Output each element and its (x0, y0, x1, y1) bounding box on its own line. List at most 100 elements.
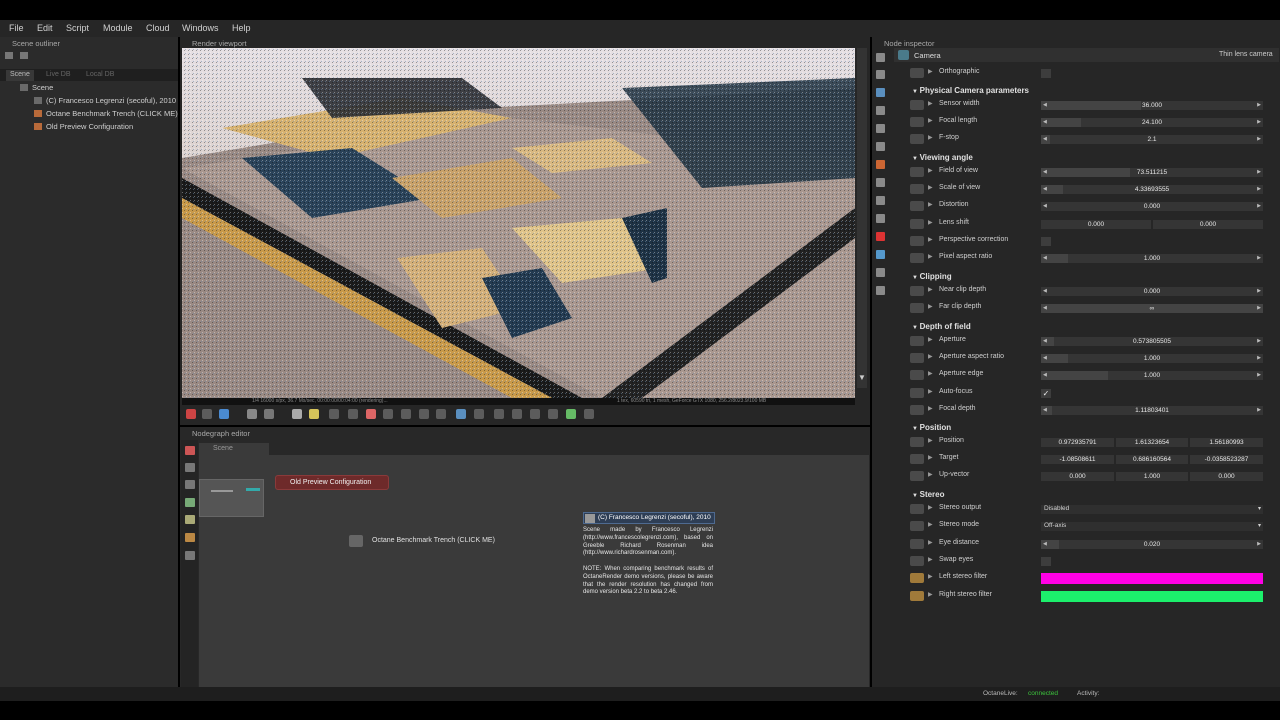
menu-help[interactable]: Help (232, 23, 251, 33)
section-viewing[interactable]: Viewing angle (912, 153, 973, 162)
tree-root[interactable]: Scene (20, 83, 53, 92)
expand-arrow-icon[interactable]: ▶ (928, 454, 933, 461)
restart-icon[interactable] (264, 409, 274, 419)
collapse-icon[interactable] (20, 52, 28, 59)
menu-windows[interactable]: Windows (182, 23, 219, 33)
up-vector-y-field[interactable]: 1.000 (1116, 472, 1188, 481)
camera-reset-icon[interactable] (186, 409, 196, 419)
pause-icon[interactable] (292, 409, 302, 419)
postproc-icon[interactable] (876, 250, 885, 259)
focal-length-slider[interactable]: ◀ 24.100 ▶ (1041, 118, 1263, 127)
outliner-icon[interactable] (185, 480, 195, 489)
settings-icon[interactable] (566, 409, 576, 419)
lens-shift-y-field[interactable]: 0.000 (1153, 220, 1263, 229)
sensor-width-slider[interactable]: ◀ 36.000 ▶ (1041, 101, 1263, 110)
expand-icon[interactable] (5, 52, 13, 59)
env-icon[interactable] (876, 106, 885, 115)
region-icon[interactable] (329, 409, 339, 419)
target-y-field[interactable]: 0.686160564 (1116, 455, 1188, 464)
near-clip-slider[interactable]: ◀ 0.000 ▶ (1041, 287, 1263, 296)
far-clip-slider[interactable]: ◀ ∞ ▶ (1041, 304, 1263, 313)
film-icon[interactable] (876, 268, 885, 277)
navigator-thumbnail[interactable] (199, 479, 264, 517)
camera-node-icon[interactable] (876, 88, 885, 97)
export-icon[interactable] (530, 409, 540, 419)
eye-distance-slider[interactable]: ◀ 0.020 ▶ (1041, 540, 1263, 549)
node-icon[interactable] (185, 446, 195, 455)
tree-item-benchmark[interactable]: Octane Benchmark Trench (CLICK ME) (34, 109, 178, 118)
expand-arrow-icon[interactable]: ▶ (928, 201, 933, 208)
layout-icon[interactable] (185, 551, 195, 560)
lock-icon[interactable] (366, 409, 376, 419)
tree-item-comment[interactable]: (C) Francesco Legrenzi (secoful), 2010 (34, 96, 176, 105)
nodegraph-tab-scene[interactable]: Scene (199, 443, 269, 455)
aperture-ratio-slider[interactable]: ◀ 1.000 ▶ (1041, 354, 1263, 363)
expand-arrow-icon[interactable]: ▶ (928, 556, 933, 563)
pixel-aspect-slider[interactable]: ◀ 1.000 ▶ (1041, 254, 1263, 263)
left-filter-swatch[interactable] (1041, 573, 1263, 584)
fstop-slider[interactable]: ◀ 2.1 ▶ (1041, 135, 1263, 144)
expand-arrow-icon[interactable]: ▶ (928, 134, 933, 141)
right-filter-swatch[interactable] (1041, 591, 1263, 602)
start-icon[interactable] (309, 409, 319, 419)
medium-icon[interactable] (876, 214, 885, 223)
fit-icon[interactable] (474, 409, 484, 419)
expand-arrow-icon[interactable]: ▶ (928, 388, 933, 395)
section-stereo[interactable]: Stereo (912, 490, 945, 499)
magnify-icon[interactable] (456, 409, 466, 419)
scroll-down-icon[interactable]: ▼ (858, 373, 866, 382)
texture-icon[interactable] (876, 178, 885, 187)
camera-type-dropdown[interactable]: Thin lens camera (1219, 51, 1273, 58)
list-icon[interactable] (876, 70, 885, 79)
menu-cloud[interactable]: Cloud (146, 23, 170, 33)
expand-arrow-icon[interactable]: ▶ (928, 353, 933, 360)
lens-shift-x-field[interactable]: 0.000 (1041, 220, 1151, 229)
expand-arrow-icon[interactable]: ▶ (928, 504, 933, 511)
kernel-icon[interactable] (876, 124, 885, 133)
geometry-icon[interactable] (876, 142, 885, 151)
up-vector-x-field[interactable]: 0.000 (1041, 472, 1114, 481)
expand-arrow-icon[interactable]: ▶ (928, 539, 933, 546)
tone-icon[interactable] (584, 409, 594, 419)
tab-local-db[interactable]: Local DB (82, 70, 118, 81)
expand-arrow-icon[interactable]: ▶ (928, 184, 933, 191)
tree-item-old-preview[interactable]: Old Preview Configuration (34, 122, 133, 131)
expand-arrow-icon[interactable]: ▶ (928, 286, 933, 293)
tag-icon[interactable] (185, 533, 195, 542)
menu-script[interactable]: Script (66, 23, 89, 33)
nodegraph-canvas[interactable]: Old Preview Configuration Octane Benchma… (199, 455, 869, 687)
stereo-mode-dropdown[interactable]: Off-axis (1041, 522, 1263, 531)
tab-live-db[interactable]: Live DB (42, 70, 75, 81)
target-z-field[interactable]: -0.0358523287 (1190, 455, 1263, 464)
expand-arrow-icon[interactable]: ▶ (928, 370, 933, 377)
expand-arrow-icon[interactable]: ▶ (928, 236, 933, 243)
orthographic-checkbox[interactable] (1041, 69, 1051, 78)
autofocus-checkbox[interactable]: ✓ (1041, 389, 1051, 398)
import-icon[interactable] (185, 498, 195, 507)
expand-arrow-icon[interactable]: ▶ (928, 303, 933, 310)
focal-depth-slider[interactable]: ◀ 1.11803401 ▶ (1041, 406, 1263, 415)
pick-icon[interactable] (494, 409, 504, 419)
animation-icon[interactable] (876, 286, 885, 295)
save-render-icon[interactable] (548, 409, 558, 419)
expand-arrow-icon[interactable]: ▶ (928, 573, 933, 580)
expand-arrow-icon[interactable]: ▶ (928, 471, 933, 478)
position-x-field[interactable]: 0.972935791 (1041, 438, 1114, 447)
node-benchmark[interactable]: Octane Benchmark Trench (CLICK ME) (349, 534, 499, 550)
target-x-field[interactable]: -1.08508611 (1041, 455, 1114, 464)
recenter-icon[interactable] (202, 409, 212, 419)
section-position[interactable]: Position (912, 423, 952, 432)
aperture-edge-slider[interactable]: ◀ 1.000 ▶ (1041, 371, 1263, 380)
tab-scene[interactable]: Scene (6, 70, 34, 81)
color-picker-icon[interactable] (219, 409, 229, 419)
perspective-correction-checkbox[interactable] (1041, 237, 1051, 246)
fov-slider[interactable]: ◀ 73.511215 ▶ (1041, 168, 1263, 177)
viewport-scrollbar[interactable]: ▼ (857, 48, 867, 388)
expand-arrow-icon[interactable]: ▶ (928, 336, 933, 343)
imager-icon[interactable] (876, 232, 885, 241)
expand-arrow-icon[interactable]: ▶ (928, 253, 933, 260)
comment-node-header[interactable]: (C) Francesco Legrenzi (secoful), 2010 (583, 512, 715, 524)
expand-arrow-icon[interactable]: ▶ (928, 68, 933, 75)
section-dof[interactable]: Depth of field (912, 322, 971, 331)
section-physical[interactable]: Physical Camera parameters (912, 86, 1029, 95)
